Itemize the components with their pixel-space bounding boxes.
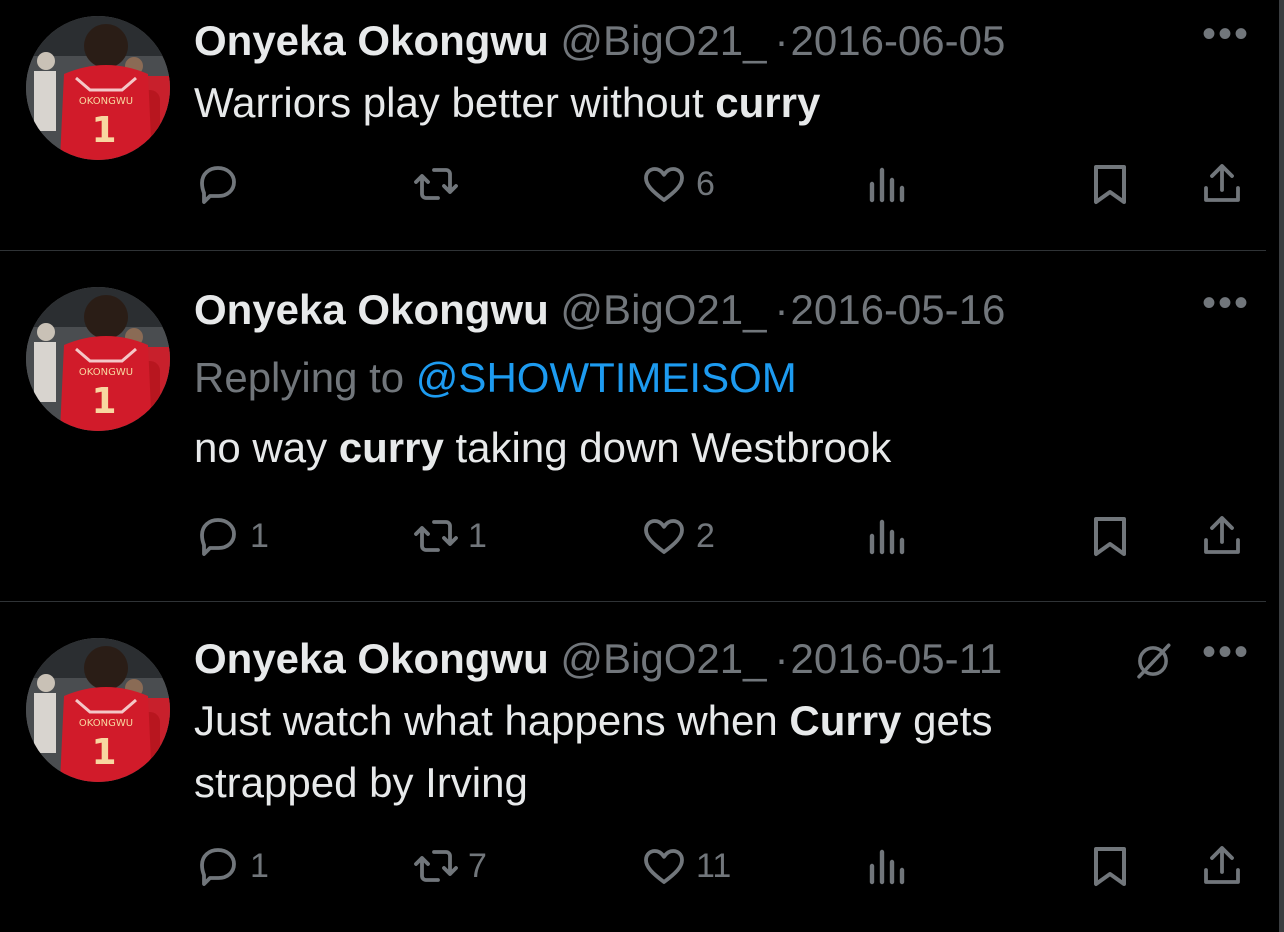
bookmark-button[interactable] xyxy=(1086,836,1134,896)
reply-icon xyxy=(200,166,236,204)
jersey-number: 1 xyxy=(91,732,116,773)
dot-separator: · xyxy=(774,635,789,682)
share-icon xyxy=(1204,846,1240,884)
jersey-number: 1 xyxy=(91,110,116,151)
reply-button[interactable] xyxy=(194,154,250,214)
retweet-button[interactable] xyxy=(412,154,468,214)
tweet-header: Onyeka Okongwu @BigO21_ ·2016-05-16 ••• xyxy=(194,281,1266,339)
tweet-text: Just watch what happens when Curry gets … xyxy=(194,697,993,806)
like-count: 6 xyxy=(696,165,715,203)
action-bar: 1 7 11 xyxy=(194,836,1264,896)
display-name[interactable]: Onyeka Okongwu xyxy=(194,286,549,333)
more-icon[interactable]: ••• xyxy=(1202,283,1250,323)
like-button[interactable]: 11 xyxy=(640,836,731,896)
tweet-text: Warriors play better without curry xyxy=(194,79,821,126)
retweet-icon xyxy=(414,520,458,552)
like-button[interactable]: 2 xyxy=(640,506,715,566)
share-button[interactable] xyxy=(1198,836,1246,896)
tweet-date[interactable]: 2016-06-05 xyxy=(791,17,1006,64)
share-button[interactable] xyxy=(1198,506,1246,566)
reply-count: 1 xyxy=(250,517,269,555)
like-count: 2 xyxy=(696,517,715,555)
display-name[interactable]: Onyeka Okongwu xyxy=(194,17,549,64)
like-icon xyxy=(644,167,684,202)
reply-count: 1 xyxy=(250,847,269,885)
retweet-button[interactable]: 1 xyxy=(412,506,487,566)
avatar[interactable]: OKONGWU 1 xyxy=(26,638,170,782)
user-handle[interactable]: @BigO21_ xyxy=(560,17,766,64)
scrollbar[interactable] xyxy=(1279,0,1284,932)
like-icon xyxy=(644,849,684,884)
reply-icon xyxy=(200,848,236,886)
jersey-name: OKONGWU xyxy=(79,367,133,378)
share-button[interactable] xyxy=(1198,154,1246,214)
bookmark-icon xyxy=(1094,847,1126,886)
replying-label: Replying to xyxy=(194,354,416,401)
avatar-photo: OKONGWU 1 xyxy=(26,638,170,782)
tweet[interactable]: OKONGWU 1 Onyeka Okongwu @BigO21_ ·2016-0… xyxy=(0,0,1266,250)
views-icon xyxy=(869,519,905,555)
views-button[interactable] xyxy=(862,154,910,214)
user-handle[interactable]: @BigO21_ xyxy=(560,286,766,333)
tweet-header: Onyeka Okongwu @BigO21_ ·2016-05-11 ••• xyxy=(194,630,1266,688)
avatar[interactable]: OKONGWU 1 xyxy=(26,16,170,160)
avatar-photo: OKONGWU 1 xyxy=(26,287,170,431)
jersey-name: OKONGWU xyxy=(79,718,133,729)
views-icon xyxy=(869,849,905,885)
tweet-date[interactable]: 2016-05-11 xyxy=(791,635,1003,682)
views-icon xyxy=(869,167,905,203)
bookmark-icon xyxy=(1094,517,1126,556)
tweet[interactable]: OKONGWU 1 Onyeka Okongwu @BigO21_ ·2016-0… xyxy=(0,602,1266,932)
share-icon xyxy=(1204,516,1240,554)
retweet-count: 1 xyxy=(468,517,487,555)
muted-icon[interactable] xyxy=(1132,640,1174,682)
replying-to: Replying to @SHOWTIMEISOM xyxy=(194,349,1266,407)
retweet-button[interactable]: 7 xyxy=(412,836,487,896)
retweet-icon xyxy=(414,168,458,200)
display-name[interactable]: Onyeka Okongwu xyxy=(194,635,549,682)
retweet-icon xyxy=(414,850,458,882)
dot-separator: · xyxy=(774,17,789,64)
tweet[interactable]: OKONGWU 1 Onyeka Okongwu @BigO21_ ·2016-0… xyxy=(0,251,1266,601)
user-handle[interactable]: @BigO21_ xyxy=(560,635,766,682)
action-bar: 6 xyxy=(194,154,1264,214)
views-button[interactable] xyxy=(862,836,910,896)
reply-button[interactable]: 1 xyxy=(194,836,269,896)
like-button[interactable]: 6 xyxy=(640,154,715,214)
more-icon[interactable]: ••• xyxy=(1202,14,1250,54)
jersey-name: OKONGWU xyxy=(79,96,133,107)
tweet-date[interactable]: 2016-05-16 xyxy=(791,286,1006,333)
bookmark-button[interactable] xyxy=(1086,154,1134,214)
reply-mention-link[interactable]: @SHOWTIMEISOM xyxy=(416,354,797,401)
avatar[interactable]: OKONGWU 1 xyxy=(26,287,170,431)
tweet-feed: OKONGWU 1 Onyeka Okongwu @BigO21_ ·2016-0… xyxy=(0,0,1284,932)
share-icon xyxy=(1204,164,1240,202)
retweet-count: 7 xyxy=(468,847,487,885)
like-count: 11 xyxy=(696,847,732,885)
avatar-photo: OKONGWU 1 xyxy=(26,16,170,160)
more-icon[interactable]: ••• xyxy=(1202,632,1250,672)
views-button[interactable] xyxy=(862,506,910,566)
bookmark-icon xyxy=(1094,165,1126,204)
reply-button[interactable]: 1 xyxy=(194,506,269,566)
like-icon xyxy=(644,519,684,554)
jersey-number: 1 xyxy=(91,381,116,422)
bookmark-button[interactable] xyxy=(1086,506,1134,566)
action-bar: 1 1 2 xyxy=(194,506,1264,566)
tweet-text: no way curry taking down Westbrook xyxy=(194,424,892,471)
dot-separator: · xyxy=(774,286,789,333)
reply-icon xyxy=(200,518,236,556)
tweet-header: Onyeka Okongwu @BigO21_ ·2016-06-05 ••• xyxy=(194,12,1266,70)
